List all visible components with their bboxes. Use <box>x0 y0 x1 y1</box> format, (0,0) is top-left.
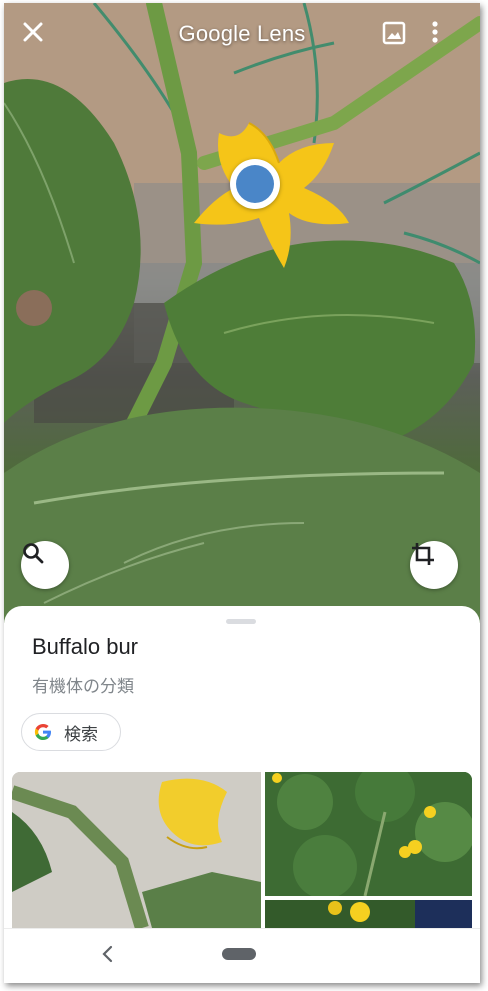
crop-button[interactable] <box>410 541 458 589</box>
results-sheet[interactable]: Buffalo bur 有機体の分類 検索 <box>4 606 480 983</box>
plant-photo <box>4 3 480 623</box>
image-icon[interactable] <box>382 21 410 49</box>
google-g-icon <box>34 724 51 740</box>
selected-object-dot[interactable] <box>230 159 280 209</box>
home-pill-icon[interactable] <box>222 948 256 960</box>
search-icon <box>23 543 44 564</box>
image-result-1[interactable] <box>12 772 261 928</box>
result-title: Buffalo bur <box>32 634 139 659</box>
search-chip[interactable]: 検索 <box>21 713 121 751</box>
crop-icon <box>412 543 434 565</box>
close-icon[interactable] <box>22 21 50 49</box>
app-screen: Google Lens Buffalo bur 有機体の分類 検索 <box>4 3 480 983</box>
camera-viewfinder[interactable]: Google Lens <box>4 3 480 623</box>
search-button[interactable] <box>21 541 69 589</box>
sheet-drag-handle[interactable] <box>226 619 256 624</box>
search-chip-label: 検索 <box>64 724 98 744</box>
more-vert-icon[interactable] <box>432 21 456 49</box>
image-result-2[interactable] <box>265 772 472 896</box>
back-icon[interactable] <box>98 942 118 966</box>
image-results-grid <box>12 772 472 928</box>
image-result-3[interactable] <box>265 900 472 928</box>
system-navigation-bar <box>4 928 480 983</box>
result-subtitle: 有機体の分類 <box>32 677 134 696</box>
